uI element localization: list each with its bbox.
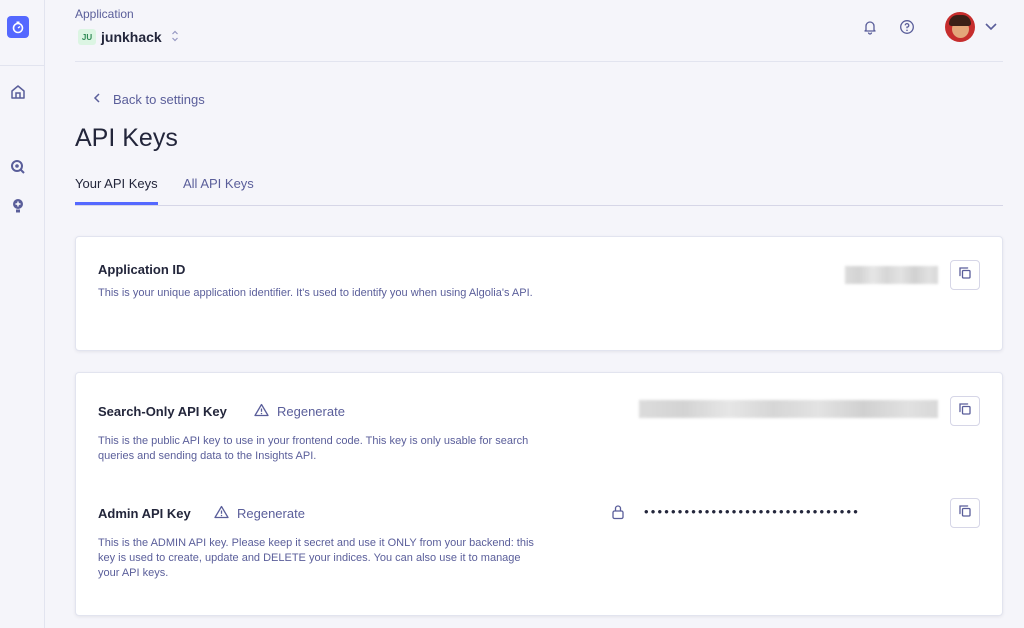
back-link-label: Back to settings — [113, 92, 205, 107]
application-label: Application — [75, 7, 134, 21]
app-switcher-icon[interactable] — [171, 28, 179, 45]
sidebar — [0, 0, 45, 628]
api-keys-card: Search-Only API Key Regenerate This is t… — [75, 372, 1003, 616]
copy-icon — [958, 504, 972, 523]
sidebar-divider — [0, 65, 44, 66]
tab-all-api-keys[interactable]: All API Keys — [183, 176, 254, 205]
copy-search-key-button[interactable] — [950, 396, 980, 426]
search-insight-icon[interactable] — [8, 157, 28, 177]
application-id-value — [845, 266, 938, 284]
bell-icon[interactable] — [861, 18, 879, 36]
search-key-regenerate-link[interactable]: Regenerate — [254, 403, 345, 420]
copy-admin-key-button[interactable] — [950, 498, 980, 528]
admin-key-regenerate-label: Regenerate — [237, 506, 305, 521]
home-icon[interactable] — [8, 82, 28, 102]
lock-icon[interactable] — [611, 504, 625, 525]
chevron-left-icon — [93, 92, 101, 107]
stopwatch-icon[interactable] — [7, 16, 29, 38]
avatar[interactable] — [945, 12, 975, 42]
page-title: API Keys — [75, 124, 178, 152]
app-badge: JU — [78, 29, 96, 45]
search-key-regenerate-label: Regenerate — [277, 404, 345, 419]
warning-icon — [254, 403, 269, 420]
search-only-key-title: Search-Only API Key — [98, 404, 227, 419]
copy-application-id-button[interactable] — [950, 260, 980, 290]
application-id-title: Application ID — [98, 262, 186, 277]
admin-key-description: This is the ADMIN API key. Please keep i… — [98, 537, 534, 579]
admin-key-masked-value: •••••••••••••••••••••••••••••••• — [644, 504, 861, 519]
tab-your-api-keys[interactable]: Your API Keys — [75, 176, 158, 205]
top-header: Application JU junkhack — [75, 0, 1003, 62]
search-only-key-value — [639, 400, 938, 418]
chevron-down-icon[interactable] — [983, 18, 999, 39]
search-only-key-description: This is the public API key to use in you… — [98, 435, 529, 462]
admin-key-title: Admin API Key — [98, 506, 191, 521]
application-id-description: This is your unique application identifi… — [98, 287, 533, 299]
copy-icon — [958, 266, 972, 285]
copy-icon — [958, 402, 972, 421]
warning-icon — [214, 505, 229, 522]
application-id-card: Application ID This is your unique appli… — [75, 236, 1003, 351]
tab-bar: Your API Keys All API Keys — [75, 170, 1003, 206]
app-name[interactable]: junkhack — [101, 29, 162, 45]
admin-key-regenerate-link[interactable]: Regenerate — [214, 505, 305, 522]
bulb-icon[interactable] — [8, 196, 28, 216]
back-to-settings-link[interactable]: Back to settings — [93, 92, 205, 107]
help-icon[interactable] — [898, 18, 916, 36]
